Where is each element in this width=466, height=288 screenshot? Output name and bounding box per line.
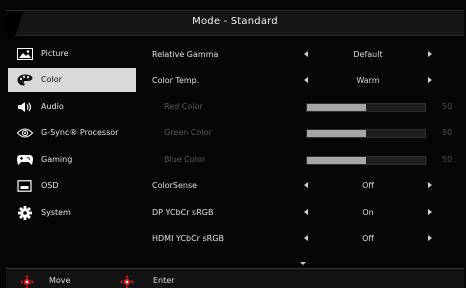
arrow-left-icon[interactable] — [304, 51, 308, 57]
dpad-move-icon — [20, 274, 34, 288]
setting-value: Off — [362, 181, 374, 190]
arrow-right-icon[interactable] — [428, 51, 432, 57]
arrow-left-icon[interactable] — [304, 77, 308, 83]
sidebar-item-gsync-processor[interactable]: G-Sync® Processor — [8, 121, 136, 145]
sidebar-item-label: G-Sync® Processor — [41, 128, 119, 137]
red-color-slider — [306, 103, 426, 112]
setting-label: DP YCbCr sRGB — [152, 208, 214, 217]
page-title: Mode - Standard — [192, 16, 278, 27]
setting-value: On — [362, 208, 374, 217]
green-color-slider — [306, 129, 426, 138]
sidebar-item-osd[interactable]: OSD — [8, 174, 136, 198]
sidebar: Picture Color Audio G-Sync® Processor Ga… — [8, 42, 136, 254]
slider-fill — [307, 157, 366, 164]
move-hint-label: Move — [49, 276, 71, 285]
monitor-osd: Mode - Standard Picture Color Audio G-Sy… — [0, 0, 466, 288]
picture-icon — [17, 48, 33, 60]
arrow-left-icon[interactable] — [304, 209, 308, 215]
setting-dp-ycbcr-srgb[interactable]: DP YCbCr sRGB On — [152, 200, 462, 226]
setting-label: Blue Color — [164, 155, 206, 164]
setting-label: Red Color — [164, 102, 203, 111]
sidebar-item-label: Color — [41, 75, 62, 84]
setting-label: Green Color — [164, 128, 212, 137]
arrow-right-icon[interactable] — [428, 182, 432, 188]
setting-label: Color Temp. — [152, 76, 200, 85]
osd-header: Mode - Standard — [6, 10, 464, 37]
setting-value: Warm — [356, 76, 380, 85]
sidebar-item-label: Gaming — [41, 155, 73, 164]
blue-color-slider — [306, 156, 426, 165]
sidebar-item-system[interactable]: System — [8, 201, 136, 225]
setting-label: HDMI YCbCr sRGB — [152, 234, 224, 243]
setting-colorsense[interactable]: ColorSense Off — [152, 173, 462, 199]
arrow-right-icon[interactable] — [428, 209, 432, 215]
setting-label: Relative Gamma — [152, 50, 219, 59]
sidebar-item-audio[interactable]: Audio — [8, 95, 136, 119]
enter-hint-label: Enter — [153, 276, 175, 285]
sidebar-item-gaming[interactable]: Gaming — [8, 148, 136, 172]
setting-green-color: Green Color 50 — [152, 120, 462, 146]
osd-screen-icon — [17, 180, 33, 192]
scroll-down-icon[interactable] — [300, 262, 306, 265]
setting-red-color: Red Color 50 — [152, 94, 462, 120]
gear-icon — [17, 206, 33, 220]
sidebar-item-label: System — [41, 208, 71, 217]
sidebar-item-label: Picture — [41, 49, 69, 58]
slider-value: 50 — [442, 102, 453, 111]
arrow-right-icon[interactable] — [428, 235, 432, 241]
arrow-left-icon[interactable] — [304, 182, 308, 188]
slider-value: 50 — [442, 155, 453, 164]
dpad-enter-icon — [120, 274, 134, 288]
slider-fill — [307, 104, 366, 111]
footer-hints: Move Enter — [6, 268, 464, 288]
setting-blue-color: Blue Color 50 — [152, 147, 462, 173]
setting-label: ColorSense — [152, 181, 198, 190]
arrow-left-icon[interactable] — [304, 235, 308, 241]
gsync-eye-icon — [16, 127, 34, 139]
slider-fill — [307, 130, 366, 137]
setting-relative-gamma[interactable]: Relative Gamma Default — [152, 42, 462, 68]
setting-hdmi-ycbcr-srgb[interactable]: HDMI YCbCr sRGB Off — [152, 226, 462, 252]
sidebar-item-picture[interactable]: Picture — [8, 42, 136, 66]
sidebar-item-label: OSD — [41, 181, 59, 190]
setting-value: Default — [353, 50, 383, 59]
speaker-icon — [17, 101, 33, 113]
gamepad-icon — [17, 154, 33, 166]
slider-value: 50 — [442, 128, 453, 137]
palette-icon — [17, 74, 33, 86]
sidebar-item-color[interactable]: Color — [8, 68, 136, 92]
arrow-right-icon[interactable] — [428, 77, 432, 83]
setting-color-temp[interactable]: Color Temp. Warm — [152, 68, 462, 94]
sidebar-item-label: Audio — [41, 102, 64, 111]
setting-value: Off — [362, 234, 374, 243]
